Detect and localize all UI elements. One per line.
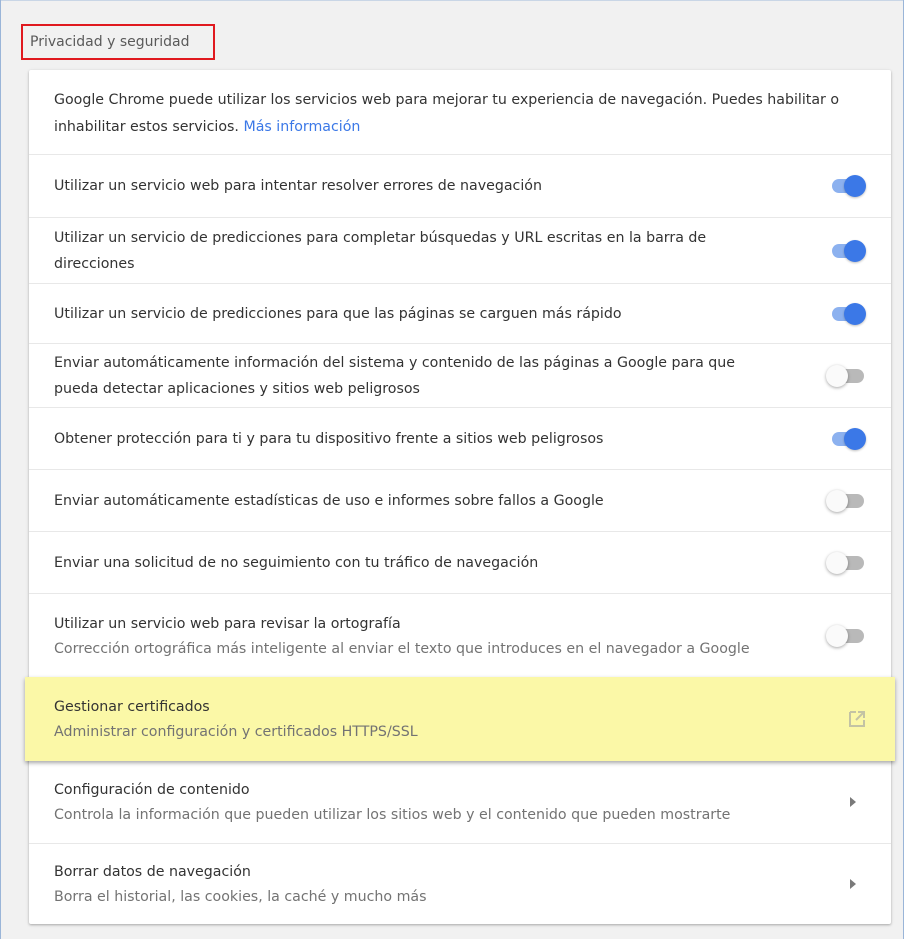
manage-certificates-title: Gestionar certificados (54, 699, 210, 715)
spellcheck-toggle[interactable] (826, 624, 866, 647)
toggle-row-safe-browsing-reports[interactable]: Enviar automáticamente información del s… (29, 343, 891, 407)
content-settings-title: Configuración de contenido (54, 782, 250, 798)
search-predictions-toggle[interactable] (826, 239, 866, 262)
toggle-sublabel: Corrección ortográfica más inteligente a… (54, 640, 750, 657)
chevron-right-icon[interactable] (845, 876, 861, 892)
toggle-label: Utilizar un servicio de predicciones par… (54, 305, 622, 322)
privacy-settings-card: Google Chrome puede utilizar los servici… (25, 70, 895, 924)
toggle-row-usage-stats[interactable]: Enviar automáticamente estadísticas de u… (29, 469, 891, 531)
content-settings-row[interactable]: Configuración de contenido Controla la i… (29, 761, 891, 843)
open-in-new-icon[interactable] (847, 709, 867, 729)
toggle-row-search-predictions[interactable]: Utilizar un servicio de predicciones par… (29, 217, 891, 283)
section-title-text: Privacidad y seguridad (30, 34, 190, 50)
usage-stats-toggle[interactable] (826, 489, 866, 512)
intro-text-block: Google Chrome puede utilizar los servici… (54, 87, 857, 141)
more-info-link[interactable]: Más información (243, 119, 360, 135)
toggle-row-page-preload[interactable]: Utilizar un servicio de predicciones par… (29, 283, 891, 343)
toggle-label: Enviar automáticamente estadísticas de u… (54, 492, 604, 509)
intro-row: Google Chrome puede utilizar los servici… (29, 70, 891, 154)
safe-browsing-reports-toggle[interactable] (826, 364, 866, 387)
clear-browsing-data-subtitle: Borra el historial, las cookies, la cach… (54, 889, 427, 905)
section-title: Privacidad y seguridad (21, 24, 215, 60)
content-settings-subtitle: Controla la información que pueden utili… (54, 807, 731, 823)
page-preload-toggle[interactable] (826, 302, 866, 325)
safe-browsing-toggle[interactable] (826, 427, 866, 450)
manage-certificates-subtitle: Administrar configuración y certificados… (54, 724, 418, 740)
toggle-label: Utilizar un servicio web para intentar r… (54, 178, 542, 194)
toggle-label: Utilizar un servicio de predicciones par… (54, 229, 707, 272)
toggle-label: Utilizar un servicio web para revisar la… (54, 615, 401, 632)
toggle-label: Enviar automáticamente información del s… (54, 354, 735, 397)
chevron-right-icon[interactable] (845, 794, 861, 810)
clear-browsing-data-row[interactable]: Borrar datos de navegación Borra el hist… (29, 843, 891, 924)
manage-certificates-row[interactable]: Gestionar certificados Administrar confi… (25, 677, 895, 761)
toggle-label: Obtener protección para ti y para tu dis… (54, 430, 604, 447)
clear-browsing-data-title: Borrar datos de navegación (54, 864, 251, 880)
toggle-row-do-not-track[interactable]: Enviar una solicitud de no seguimiento c… (29, 531, 891, 593)
navigation-errors-toggle[interactable] (826, 175, 866, 197)
toggle-row-safe-browsing[interactable]: Obtener protección para ti y para tu dis… (29, 407, 891, 469)
settings-page: Privacidad y seguridad Google Chrome pue… (0, 0, 904, 939)
do-not-track-toggle[interactable] (826, 551, 866, 574)
toggle-label: Enviar una solicitud de no seguimiento c… (54, 554, 539, 571)
intro-text: Google Chrome puede utilizar los servici… (54, 92, 840, 135)
toggle-row-navigation-errors[interactable]: Utilizar un servicio web para intentar r… (29, 154, 891, 217)
toggle-row-spellcheck[interactable]: Utilizar un servicio web para revisar la… (29, 593, 891, 677)
